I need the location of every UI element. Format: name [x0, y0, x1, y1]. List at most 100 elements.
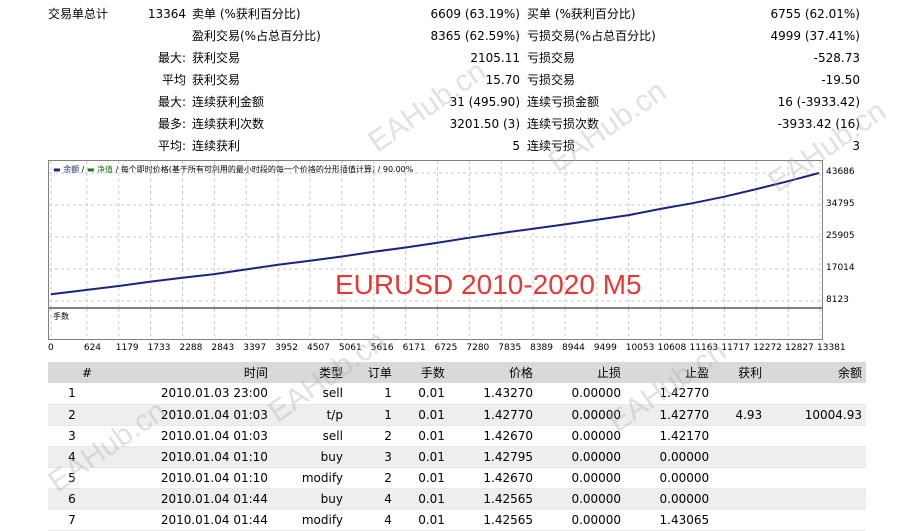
table-cell: 1: [346, 404, 396, 426]
table-row[interactable]: 3 2010.01.04 01:03 sell 2 0.01 1.42670 0.00000…: [48, 425, 866, 447]
average-loss-label: 亏损交易: [527, 73, 576, 87]
table-cell: sell: [271, 425, 347, 447]
table-cell: 1: [48, 383, 96, 405]
table-cell: 2010.01.04 01:44: [96, 509, 272, 531]
table-cell: 1.42565: [448, 488, 537, 510]
table-cell: 2010.01.04 01:03: [96, 404, 272, 426]
table-cell: 0.00000: [625, 488, 714, 510]
x-tick-label: 11163: [689, 343, 719, 353]
table-cell: 0.00000: [537, 446, 626, 468]
table-cell: [766, 383, 866, 405]
column-header[interactable]: 获利: [713, 362, 767, 383]
column-header[interactable]: 价格: [448, 362, 537, 383]
table-cell: [766, 488, 866, 510]
total-trades-value: 13364: [147, 7, 186, 21]
table-cell: 1.42770: [625, 404, 714, 426]
table-cell: buy: [271, 488, 347, 510]
x-tick-label: 1733: [147, 343, 171, 353]
table-cell: 2: [346, 467, 396, 489]
table-cell: 2: [346, 425, 396, 447]
table-row[interactable]: 6 2010.01.04 01:44 buy 4 0.01 1.42565 0.00000 0…: [48, 488, 866, 510]
table-cell: 0.01: [395, 383, 449, 405]
table-cell: 0.01: [395, 425, 449, 447]
trades-table: # 时间 类型 订单 手数 价格 止损 止盈 获利 余额 1 2010.01.03 23:00 sel…: [48, 362, 866, 531]
table-cell: 0.00000: [537, 404, 626, 426]
table-row[interactable]: 7 2010.01.04 01:44 modify 4 0.01 1.42565 0.000…: [48, 509, 866, 531]
symbol-period-overlay: EURUSD 2010-2020 M5: [335, 269, 642, 300]
profit-trades-label: 盈利交易(%占总百分比): [192, 29, 321, 43]
profit-trades-value: 8365 (62.59%): [430, 29, 520, 43]
table-body: 1 2010.01.03 23:00 sell 1 0.01 1.43270 0.00000…: [48, 383, 866, 531]
x-tick-label: 13381: [817, 343, 846, 353]
column-header[interactable]: 类型: [271, 362, 347, 383]
x-tick-label: 10608: [657, 343, 687, 353]
y-tick-label: 8123: [826, 295, 849, 305]
table-cell: 0.00000: [537, 509, 626, 531]
table-cell: [766, 509, 866, 531]
x-tick-label: 1179: [115, 343, 139, 353]
long-trades-value: 6755 (62.01%): [770, 7, 860, 21]
table-row[interactable]: 2 2010.01.04 01:03 t/p 1 0.01 1.42770 0.00000 1…: [48, 404, 866, 426]
table-cell: 1.42670: [448, 425, 537, 447]
x-tick-label: 6725: [434, 343, 458, 353]
short-trades-value: 6609 (63.19%): [430, 7, 520, 21]
table-cell: 1.42670: [448, 467, 537, 489]
table-cell: 0.01: [395, 488, 449, 510]
column-header[interactable]: 余额: [766, 362, 866, 383]
consecutive-losses-value: 16 (-3933.42): [777, 95, 860, 109]
table-cell: 0.01: [395, 467, 449, 489]
table-cell: 6: [48, 488, 96, 510]
consecutive-wins-value: 31 (495.90): [449, 95, 520, 109]
x-tick-label: 5061: [338, 343, 362, 353]
x-axis: 0 624 1179 1733 2288 2843 3397 3952 4507 5061 5616…: [48, 342, 846, 356]
table-cell: 1.43270: [448, 383, 537, 405]
x-tick-label: 9499: [593, 343, 617, 353]
table-row[interactable]: 1 2010.01.03 23:00 sell 1 0.01 1.43270 0.00000…: [48, 383, 866, 405]
column-header[interactable]: 时间: [96, 362, 272, 383]
table-cell: 2010.01.04 01:44: [96, 488, 272, 510]
table-row[interactable]: 5 2010.01.04 01:10 modify 2 0.01 1.42670 0.000…: [48, 467, 866, 489]
x-tick-label: 2288: [179, 343, 203, 353]
table-cell: 5: [48, 467, 96, 489]
table-cell: 1: [346, 383, 396, 405]
table-cell: [713, 425, 767, 447]
table-cell: 10004.93: [766, 404, 866, 426]
table-cell: 0.00000: [625, 467, 714, 489]
table-cell: 0.01: [395, 509, 449, 531]
table-cell: 2: [48, 404, 96, 426]
consecutive-wins-label: 连续获利金额: [192, 95, 265, 109]
x-tick-label: 12827: [785, 343, 814, 353]
table-cell: 2010.01.04 01:10: [96, 467, 272, 489]
table-cell: 3: [48, 425, 96, 447]
table-cell: 2010.01.04 01:03: [96, 425, 272, 447]
table-cell: 0.01: [395, 404, 449, 426]
average-profit-label: 获利交易: [192, 73, 241, 87]
largest-profit-value: 2105.11: [470, 51, 520, 65]
x-tick-label: 11717: [721, 343, 750, 353]
table-cell: [766, 425, 866, 447]
avg-consecutive-wins-value: 5: [512, 139, 520, 153]
x-tick-label: 2843: [211, 343, 235, 353]
table-cell: 0.00000: [537, 383, 626, 405]
column-header[interactable]: 手数: [395, 362, 449, 383]
table-cell: 4: [346, 509, 396, 531]
x-tick-label: 0: [48, 343, 54, 353]
x-tick-label: 3397: [243, 343, 267, 353]
total-trades-label: 交易单总计: [48, 7, 109, 21]
x-tick-label: 8389: [530, 343, 554, 353]
table-cell: modify: [271, 509, 347, 531]
table-row[interactable]: 4 2010.01.04 01:10 buy 3 0.01 1.42795 0.00000 0…: [48, 446, 866, 468]
largest-profit-label: 获利交易: [192, 51, 241, 65]
x-tick-label: 12272: [753, 343, 782, 353]
average-consecutive-prefix: 平均:: [157, 139, 186, 153]
column-header[interactable]: 止盈: [625, 362, 714, 383]
table-cell: buy: [271, 446, 347, 468]
consecutive-losses-label: 连续亏损金额: [527, 95, 600, 109]
column-header[interactable]: #: [48, 362, 96, 383]
column-header[interactable]: 止损: [537, 362, 626, 383]
table-cell: [713, 488, 767, 510]
average-prefix: 平均: [161, 73, 186, 87]
table-cell: 0.01: [395, 446, 449, 468]
column-header[interactable]: 订单: [346, 362, 396, 383]
table-cell: 0.00000: [625, 446, 714, 468]
